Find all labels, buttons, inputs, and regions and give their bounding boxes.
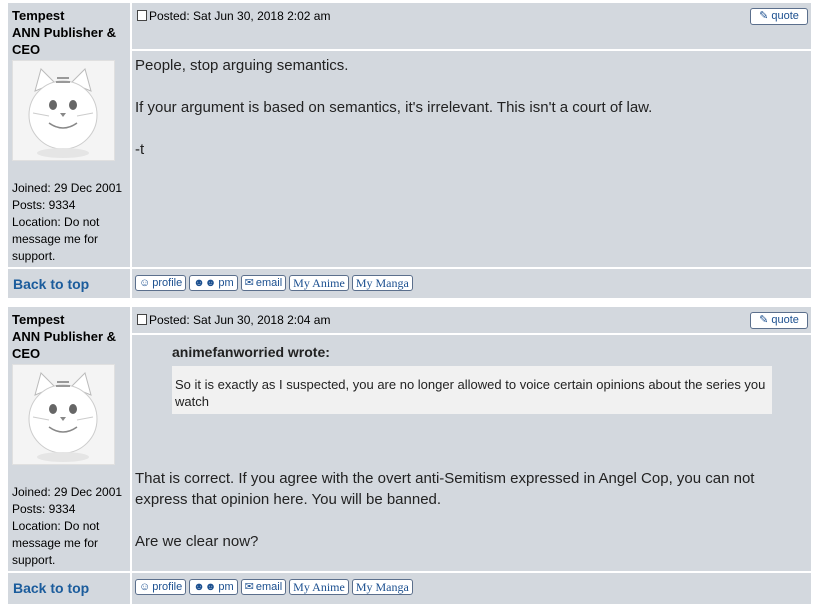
footer-actions: ☺ profile ☻☻ pm ✉ email My Anime My Manga: [132, 573, 811, 604]
pm-icon: ☻☻: [193, 580, 217, 593]
pm-button[interactable]: ☻☻ pm: [189, 579, 238, 595]
quote-icon: ✎: [759, 314, 769, 326]
profile-button[interactable]: ☺ profile: [135, 579, 187, 595]
footer-left: Back to top: [8, 269, 130, 298]
profile-icon: ☺: [139, 580, 151, 593]
post-icon[interactable]: [137, 314, 147, 325]
author-name[interactable]: Tempest: [12, 7, 130, 24]
envelope-icon: ✉: [244, 580, 254, 593]
my-anime-button[interactable]: My Anime: [289, 579, 349, 595]
author-panel: Tempest ANN Publisher & CEO Joined: 29 D…: [8, 3, 130, 267]
location: Location: Do not message me for support.: [12, 215, 100, 263]
post-paragraph: If your argument is based on semantics, …: [135, 99, 653, 116]
forum-post: Tempest ANN Publisher & CEO Joined: 29 D…: [8, 307, 811, 604]
quote-button[interactable]: ✎ quote: [750, 312, 808, 329]
avatar: [12, 60, 115, 161]
location: Location: Do not message me for support.: [12, 519, 100, 567]
footer-actions: ☺ profile ☻☻ pm ✉ email My Anime My Manga: [132, 269, 811, 298]
post-timestamp: Posted: Sat Jun 30, 2018 2:04 am: [149, 313, 331, 327]
email-button[interactable]: ✉ email: [240, 579, 287, 595]
quote-button[interactable]: ✎ quote: [750, 8, 808, 25]
back-to-top-link[interactable]: Back to top: [13, 580, 89, 596]
author-name[interactable]: Tempest: [12, 311, 130, 328]
footer-left: Back to top: [8, 573, 130, 604]
post-body: People, stop arguing semantics. If your …: [135, 55, 652, 181]
post-paragraph: -t: [135, 141, 145, 158]
my-anime-button[interactable]: My Anime: [289, 275, 349, 291]
quote-icon: ✎: [759, 10, 769, 22]
post-count: Posts: 9334: [12, 502, 76, 516]
post-timestamp: Posted: Sat Jun 30, 2018 2:02 am: [149, 9, 331, 23]
author-panel: Tempest ANN Publisher & CEO Joined: 29 D…: [8, 307, 130, 571]
post-count: Posts: 9334: [12, 198, 76, 212]
post-icon[interactable]: [137, 10, 147, 21]
joined-date: Joined: 29 Dec 2001: [12, 181, 123, 195]
cat-avatar-icon: [13, 365, 114, 464]
post-body: That is correct. If you agree with the o…: [135, 468, 811, 573]
envelope-icon: ✉: [244, 276, 254, 289]
post-paragraph: People, stop arguing semantics.: [135, 57, 349, 74]
quote-text: So it is exactly as I suspected, you are…: [172, 366, 772, 414]
post-content-panel: Posted: Sat Jun 30, 2018 2:04 am ✎ quote…: [132, 307, 811, 571]
my-manga-button[interactable]: My Manga: [351, 579, 413, 595]
author-rank: ANN Publisher & CEO: [12, 25, 117, 57]
divider: [132, 49, 811, 51]
quote-author: animefanworried wrote:: [172, 344, 330, 360]
post-paragraph: Are we clear now?: [135, 533, 259, 550]
back-to-top-link[interactable]: Back to top: [13, 276, 89, 292]
joined-date: Joined: 29 Dec 2001: [12, 485, 123, 499]
quote-block: animefanworried wrote: So it is exactly …: [172, 344, 772, 414]
post-paragraph: That is correct. If you agree with the o…: [135, 470, 755, 508]
cat-avatar-icon: [13, 61, 114, 160]
avatar: [12, 364, 115, 465]
author-rank: ANN Publisher & CEO: [12, 329, 117, 361]
email-button[interactable]: ✉ email: [240, 275, 287, 291]
post-content-panel: Posted: Sat Jun 30, 2018 2:02 am ✎ quote…: [132, 3, 811, 267]
divider: [132, 333, 811, 335]
pm-button[interactable]: ☻☻ pm: [189, 275, 238, 291]
my-manga-button[interactable]: My Manga: [351, 275, 413, 291]
forum-post: Tempest ANN Publisher & CEO Joined: 29 D…: [8, 3, 811, 298]
profile-icon: ☺: [139, 276, 151, 289]
profile-button[interactable]: ☺ profile: [135, 275, 187, 291]
pm-icon: ☻☻: [193, 276, 217, 289]
